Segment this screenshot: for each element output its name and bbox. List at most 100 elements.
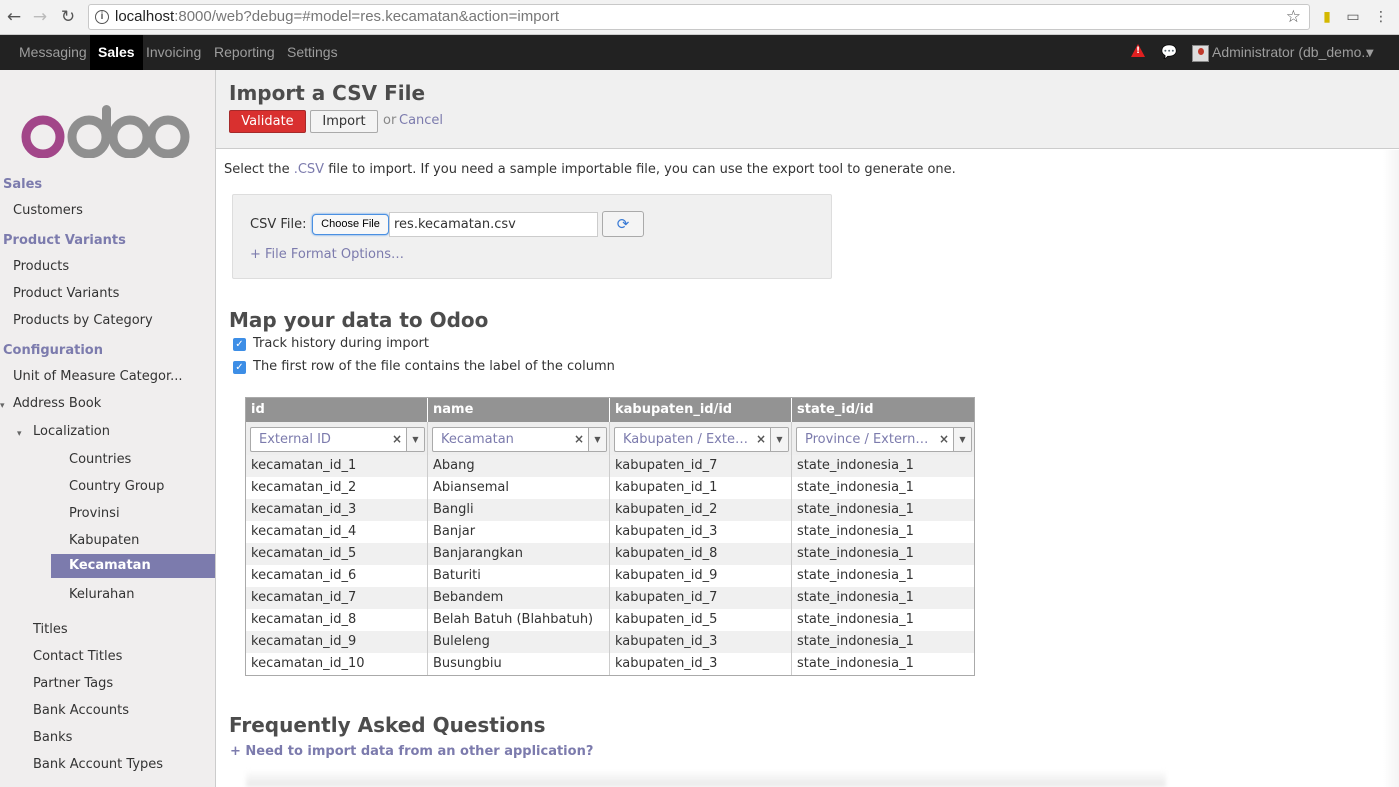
table-cell: state_indonesia_1 (797, 458, 914, 473)
extension-icon[interactable]: ▮ (1318, 8, 1336, 26)
bookmark-star-icon[interactable]: ☆ (1286, 5, 1301, 29)
cast-icon[interactable]: ▭ (1344, 8, 1362, 26)
caret-down-icon[interactable]: ▼ (1366, 35, 1374, 70)
file-format-options-link[interactable]: + File Format Options… (250, 247, 404, 262)
odoo-top-bar: Messaging Sales Invoicing Reporting Sett… (0, 35, 1399, 70)
sidebar-item-banks[interactable]: Banks (0, 726, 215, 750)
sidebar-item-country-group[interactable]: Country Group (0, 475, 215, 499)
sidebar-item-bank-accounts[interactable]: Bank Accounts (0, 699, 215, 723)
table-cell: Buleleng (428, 631, 610, 653)
faq-title: Frequently Asked Questions (229, 713, 546, 737)
sidebar: Sales Customers Product Variants Product… (0, 70, 216, 787)
sidebar-item-kecamatan[interactable]: Kecamatan (51, 554, 215, 578)
table-cell: state_indonesia_1 (797, 634, 914, 649)
sidebar-item-product-variants[interactable]: Product Variants (0, 282, 215, 306)
clear-icon[interactable]: × (756, 428, 766, 451)
table-cell: kecamatan_id_4 (246, 521, 428, 543)
user-menu[interactable]: Administrator (db_demo.. (1212, 35, 1369, 70)
menu-icon[interactable]: ⋮ (1372, 8, 1390, 26)
sidebar-item-titles[interactable]: Titles (0, 618, 215, 642)
table-cell: state_indonesia_1 (797, 524, 914, 539)
reload-file-button[interactable]: ⟳ (602, 211, 644, 237)
table-cell: kecamatan_id_7 (246, 587, 428, 609)
clear-icon[interactable]: × (392, 428, 402, 451)
field-select[interactable]: Kabupaten / Exte… × ▼ (614, 427, 789, 452)
chevron-down-icon[interactable]: ▼ (770, 428, 788, 451)
table-cell: state_indonesia_1 (797, 612, 914, 627)
first-row-header-checkbox[interactable]: ✓ (233, 361, 246, 374)
faq-question-link[interactable]: + Need to import data from an other appl… (230, 744, 593, 759)
sidebar-item-uom-categories[interactable]: Unit of Measure Categor... (0, 365, 215, 389)
intro-csv: .CSV (293, 162, 325, 177)
table-row: kecamatan_id_6 Baturiti kabupaten_id_9 stat… (246, 565, 974, 587)
sidebar-item-localization[interactable]: Localization (0, 420, 215, 444)
preview-table: id name kabupaten_id/id state_id/id Exte… (245, 397, 975, 676)
sidebar-header-configuration: Configuration (3, 343, 103, 358)
scrollbar[interactable] (1383, 150, 1399, 787)
sidebar-item-provinsi[interactable]: Provinsi (0, 502, 215, 526)
field-select[interactable]: Kecamatan × ▼ (432, 427, 607, 452)
menu-sales[interactable]: Sales (90, 35, 143, 70)
faq-fade (246, 770, 1166, 787)
table-row: kecamatan_id_4 Banjar kabupaten_id_3 state_… (246, 521, 974, 543)
chat-icon[interactable]: 💬 (1161, 45, 1177, 60)
column-header: kabupaten_id/id (610, 398, 792, 422)
forward-icon[interactable]: → (29, 6, 51, 28)
table-row: kecamatan_id_10 Busungbiu kabupaten_id_3 st… (246, 653, 974, 675)
clear-icon[interactable]: × (939, 428, 949, 451)
odoo-logo[interactable] (20, 102, 190, 158)
avatar[interactable] (1192, 45, 1209, 62)
sidebar-item-address-book[interactable]: Address Book (0, 392, 200, 416)
sidebar-item-countries[interactable]: Countries (0, 448, 215, 472)
track-history-checkbox[interactable]: ✓ (233, 338, 246, 351)
chevron-down-icon[interactable]: ▼ (953, 428, 971, 451)
info-icon[interactable]: i (95, 10, 109, 24)
file-box: CSV File: Choose File res.kecamatan.csv … (232, 194, 832, 279)
sidebar-item-products-by-category[interactable]: Products by Category (0, 309, 215, 333)
menu-invoicing[interactable]: Invoicing (138, 35, 209, 70)
chevron-down-icon[interactable]: ▼ (406, 428, 424, 451)
table-cell: kecamatan_id_8 (246, 609, 428, 631)
sidebar-item-customers[interactable]: Customers (0, 199, 215, 223)
validate-button[interactable]: Validate (229, 110, 306, 133)
table-cell: kabupaten_id_9 (610, 565, 792, 587)
table-row: kecamatan_id_5 Banjarangkan kabupaten_id_8… (246, 543, 974, 565)
menu-reporting[interactable]: Reporting (206, 35, 283, 70)
menu-messaging[interactable]: Messaging (11, 35, 95, 70)
column-header: id (246, 398, 428, 422)
table-cell: Banjar (428, 521, 610, 543)
intro-text: Select the .CSV file to import. If you n… (224, 162, 956, 177)
table-cell: Busungbiu (428, 653, 610, 675)
file-name-field[interactable]: res.kecamatan.csv (389, 212, 598, 237)
chevron-down-icon[interactable]: ▼ (588, 428, 606, 451)
column-header: state_id/id (797, 402, 874, 417)
sidebar-item-kelurahan[interactable]: Kelurahan (0, 583, 215, 607)
table-cell: Abang (428, 455, 610, 477)
table-cell: Bangli (428, 499, 610, 521)
choose-file-button[interactable]: Choose File (312, 214, 389, 235)
field-select[interactable]: External ID × ▼ (250, 427, 425, 452)
import-button[interactable]: Import (310, 110, 378, 133)
table-row: kecamatan_id_7 Bebandem kabupaten_id_7 stat… (246, 587, 974, 609)
address-bar[interactable]: i localhost:8000/web?debug=#model=res.ke… (88, 4, 1310, 30)
clear-icon[interactable]: × (574, 428, 584, 451)
menu-settings[interactable]: Settings (279, 35, 346, 70)
sidebar-header-sales: Sales (3, 177, 43, 192)
table-row: kecamatan_id_1 Abang kabupaten_id_7 state_i… (246, 455, 974, 477)
url-path: :8000/web?debug=#model=res.kecamatan&act… (174, 8, 560, 25)
sidebar-item-contact-titles[interactable]: Contact Titles (0, 645, 215, 669)
table-cell: state_indonesia_1 (797, 502, 914, 517)
table-cell: Banjarangkan (428, 543, 610, 565)
back-icon[interactable]: ← (3, 6, 25, 28)
sidebar-item-kabupaten[interactable]: Kabupaten (0, 529, 215, 553)
alert-icon[interactable]: ! (1131, 44, 1145, 57)
reload-icon[interactable]: ↻ (57, 6, 79, 28)
table-row: kecamatan_id_3 Bangli kabupaten_id_2 state_… (246, 499, 974, 521)
table-row: kecamatan_id_9 Buleleng kabupaten_id_3 stat… (246, 631, 974, 653)
table-cell: kecamatan_id_9 (246, 631, 428, 653)
sidebar-item-products[interactable]: Products (0, 255, 215, 279)
sidebar-item-bank-account-types[interactable]: Bank Account Types (0, 753, 215, 777)
field-select[interactable]: Province / Extern… × ▼ (796, 427, 972, 452)
sidebar-item-partner-tags[interactable]: Partner Tags (0, 672, 215, 696)
cancel-link[interactable]: Cancel (399, 113, 443, 128)
